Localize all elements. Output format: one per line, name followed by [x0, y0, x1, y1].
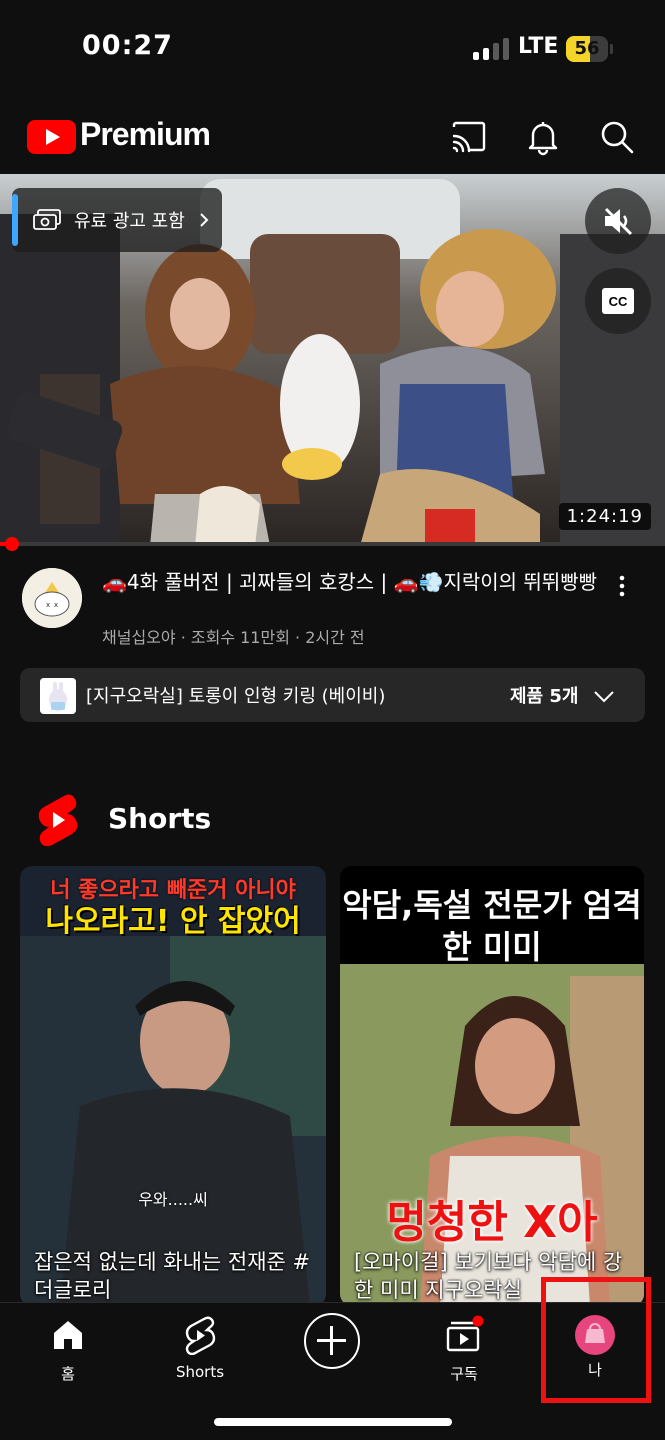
svg-text:x: x: [54, 601, 58, 609]
more-options-icon[interactable]: [610, 574, 634, 598]
channel-avatar[interactable]: x x: [22, 568, 82, 628]
signal-icon: [473, 38, 509, 60]
brand-label[interactable]: Premium: [80, 116, 211, 153]
highlight-annotation: [541, 1277, 651, 1403]
create-button[interactable]: [304, 1313, 360, 1369]
short-caption: 잡은적 없는데 화내는 전재준 #더글로리: [34, 1250, 311, 1302]
separator-dot: ·: [180, 628, 191, 647]
nav-home-label: 홈: [61, 1365, 75, 1383]
product-image: [40, 678, 76, 714]
channel-avatar-image: x x: [22, 568, 82, 628]
product-shelf[interactable]: [지구오락실] 토롱이 인형 키링 (베이비) 제품 5개: [20, 668, 645, 722]
video-details[interactable]: x x 🚗4화 풀버전 | 괴짜들의 호캉스 | 🚗💨지락이의 뛰뛰빵빵 채널십…: [0, 560, 665, 660]
ad-icon: [33, 209, 61, 230]
video-progress-bar[interactable]: [0, 537, 665, 551]
short-card[interactable]: 악담,독설 전문가 엄격한 미미 멍청한 X아 [오마이걸] 보기보다 악담에 …: [340, 866, 644, 1306]
short-card[interactable]: 너 좋으라고 빼준거 아니야 나오라고! 안 잡았어 우와.....씨 잡은적 …: [20, 866, 326, 1306]
paid-promotion-label: 유료 광고 포함: [74, 211, 185, 232]
product-name: [지구오락실] 토롱이 인형 키링 (베이비): [86, 686, 386, 707]
search-icon[interactable]: [598, 118, 636, 156]
svg-text:x: x: [46, 601, 50, 609]
video-player[interactable]: 유료 광고 포함 CC 1:24:19: [0, 174, 665, 546]
shorts-title: Shorts: [108, 802, 212, 835]
channel-name[interactable]: 채널십오야: [102, 628, 176, 647]
shorts-header: Shorts: [0, 790, 665, 850]
view-count: 조회수 11만회: [190, 628, 290, 647]
nav-subscriptions[interactable]: 구독: [414, 1315, 514, 1384]
progress-scrubber[interactable]: [4, 537, 19, 551]
nav-shorts-label: Shorts: [175, 1363, 225, 1381]
nav-subscriptions-label: 구독: [450, 1365, 478, 1383]
home-indicator[interactable]: [214, 1418, 452, 1426]
svg-text:CC: CC: [609, 294, 628, 309]
short-overlay-red-text: 멍청한 X아: [386, 1197, 598, 1248]
youtube-logo-icon[interactable]: [27, 120, 76, 154]
product-thumbnail: [40, 678, 76, 714]
bell-icon[interactable]: [524, 118, 562, 156]
top-app-bar: Premium: [0, 100, 665, 174]
video-title[interactable]: 🚗4화 풀버전 | 괴짜들의 호캉스 | 🚗💨지락이의 뛰뛰빵빵: [102, 568, 602, 596]
home-icon: [54, 1321, 82, 1349]
nav-home[interactable]: 홈: [18, 1315, 118, 1384]
closed-captions-icon: CC: [602, 288, 634, 314]
chevron-right-icon: [200, 213, 209, 227]
status-bar: 00:27 LTE 56: [0, 0, 665, 100]
product-count: 제품 5개: [510, 686, 579, 707]
cast-icon[interactable]: [450, 118, 488, 156]
video-duration: 1:24:19: [558, 503, 651, 530]
video-subtitle: 채널십오야 · 조회수 11만회 · 2시간 전: [102, 624, 365, 648]
mute-button[interactable]: [585, 188, 651, 254]
chevron-down-icon[interactable]: [592, 684, 616, 708]
volume-muted-icon: [604, 207, 633, 236]
upload-age: 2시간 전: [305, 628, 365, 647]
battery-tip: [610, 44, 613, 54]
battery-icon: 56: [566, 36, 608, 62]
captions-button[interactable]: CC: [585, 268, 651, 334]
subscriptions-icon: [446, 1315, 484, 1352]
short-subtitle: 우와.....씨: [138, 1190, 208, 1209]
paid-promotion-chip[interactable]: 유료 광고 포함: [12, 188, 222, 252]
plus-icon: [317, 1326, 346, 1355]
status-time: 00:27: [82, 30, 173, 61]
battery-level: 56: [574, 38, 600, 59]
nav-shorts[interactable]: Shorts: [150, 1315, 250, 1381]
short-overlay-line2: 나오라고! 안 잡았어: [45, 904, 301, 939]
network-type: LTE: [518, 34, 559, 59]
shorts-icon: [185, 1316, 216, 1356]
short-overlay-text: 악담,독설 전문가 엄격한 미미: [342, 886, 642, 966]
separator-dot: ·: [295, 628, 306, 647]
shorts-logo-icon: [38, 794, 78, 846]
